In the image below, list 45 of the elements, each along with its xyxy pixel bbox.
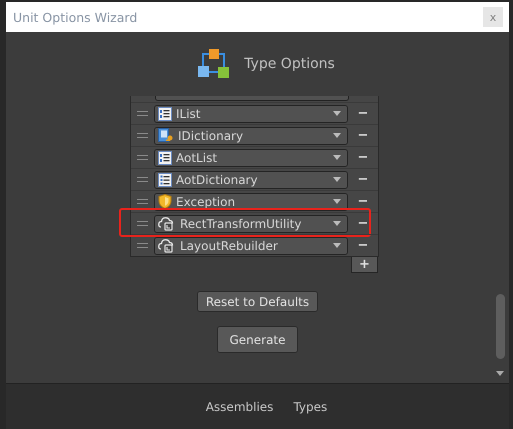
drag-handle-icon[interactable] (137, 133, 148, 138)
close-button[interactable]: x (483, 7, 503, 27)
remove-button[interactable]: − (350, 236, 376, 254)
drag-handle-icon[interactable] (137, 155, 148, 160)
type-dropdown[interactable]: RectTransformUtility (154, 214, 348, 232)
type-dropdown[interactable]: AotDictionary (154, 170, 348, 188)
reset-button[interactable]: Reset to Defaults (196, 291, 318, 312)
bulleted-list-icon (158, 172, 172, 186)
section-title: Type Options (244, 56, 335, 72)
caret-icon (333, 155, 341, 160)
window-title: Unit Options Wizard (13, 10, 138, 24)
remove-button[interactable]: − (350, 214, 376, 232)
shield-icon (158, 194, 172, 209)
generate-button[interactable]: Generate (217, 326, 298, 353)
remove-button[interactable]: − (350, 192, 376, 210)
scroll-down-icon[interactable] (496, 371, 504, 376)
remove-button[interactable]: − (350, 148, 376, 166)
type-dropdown[interactable]: IDictionary (154, 126, 348, 144)
book-key-icon (158, 128, 174, 144)
caret-icon (333, 243, 341, 248)
drag-handle-icon[interactable] (137, 199, 148, 204)
drag-handle-icon[interactable] (137, 177, 148, 182)
remove-button[interactable]: − (350, 104, 376, 122)
remove-button[interactable]: − (350, 170, 376, 188)
class-icon (158, 216, 176, 231)
class-icon (158, 238, 176, 253)
caret-icon (333, 133, 341, 138)
numbered-list-icon (158, 150, 172, 164)
footer-tab[interactable]: Assemblies (206, 400, 274, 414)
numbered-list-icon (158, 106, 172, 120)
type-dropdown[interactable]: IList (154, 104, 348, 122)
type-dropdown[interactable]: LayoutRebuilder (154, 236, 348, 254)
caret-icon (333, 177, 341, 182)
drag-handle-icon[interactable] (137, 111, 148, 116)
caret-icon (333, 221, 341, 226)
drag-handle-icon[interactable] (137, 243, 148, 248)
drag-handle-icon[interactable] (137, 221, 148, 226)
footer-tab[interactable]: Types (293, 400, 328, 414)
scrollbar-thumb[interactable] (496, 294, 505, 359)
type-dropdown[interactable]: AotList (154, 148, 348, 166)
add-button[interactable]: + (351, 257, 378, 273)
remove-button[interactable]: − (350, 126, 376, 144)
type-cubes-icon (198, 48, 230, 80)
caret-icon (333, 199, 341, 204)
caret-icon (333, 111, 341, 116)
